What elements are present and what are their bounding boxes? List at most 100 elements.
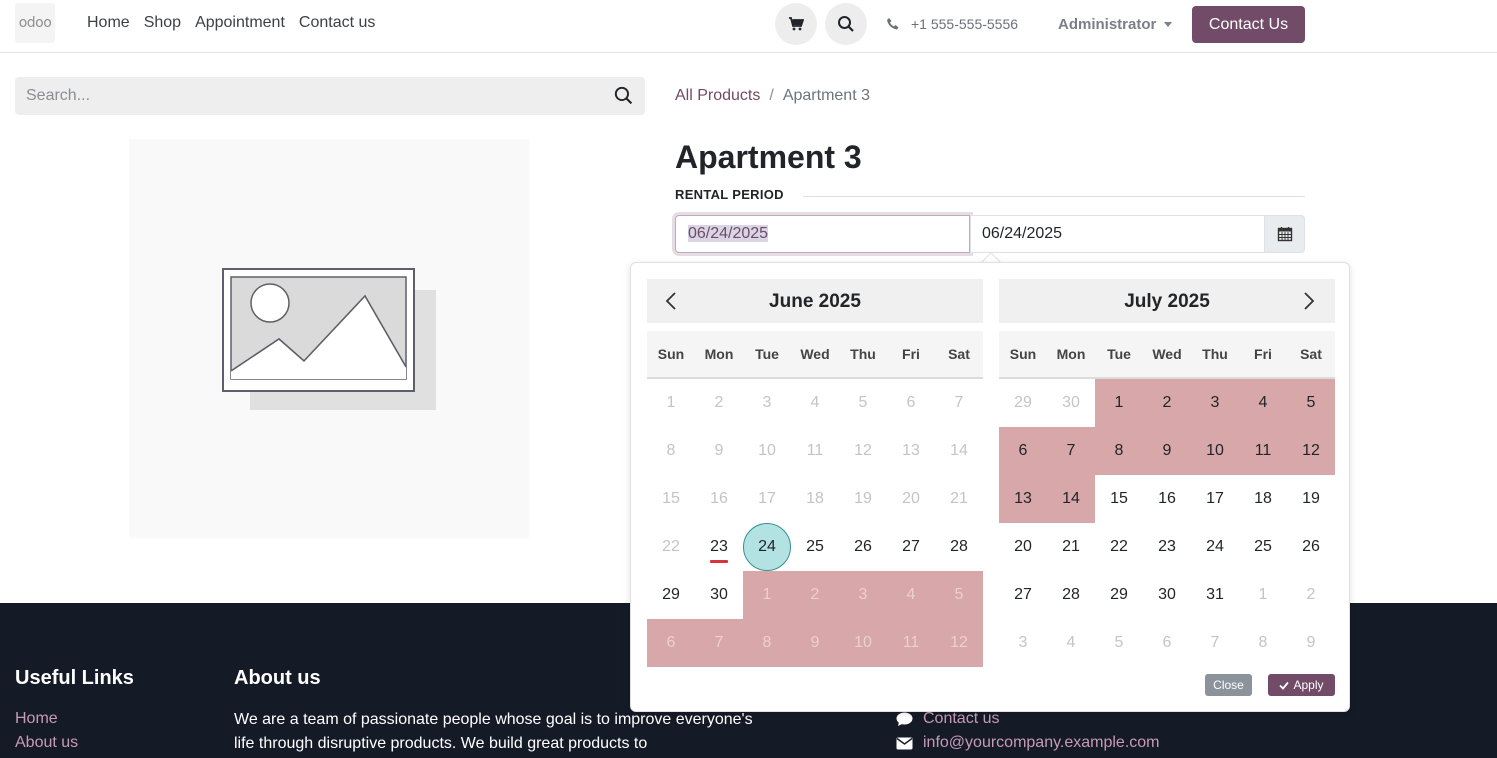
calendar-day[interactable]: 2 [695,379,743,427]
calendar-day[interactable]: 28 [1047,571,1095,619]
calendar-day[interactable]: 9 [1143,427,1191,475]
calendar-day[interactable]: 10 [743,427,791,475]
calendar-day[interactable]: 24 [743,523,791,571]
calendar-button[interactable] [1264,215,1305,253]
calendar-day[interactable]: 5 [839,379,887,427]
end-date-input[interactable]: 06/24/2025 [970,215,1265,253]
calendar-day[interactable]: 17 [743,475,791,523]
apply-button[interactable]: Apply [1268,674,1335,696]
calendar-day[interactable]: 7 [1191,619,1239,667]
calendar-day[interactable]: 1 [1239,571,1287,619]
calendar-day[interactable]: 25 [791,523,839,571]
calendar-day[interactable]: 18 [791,475,839,523]
calendar-day[interactable]: 23 [695,523,743,571]
calendar-day[interactable]: 18 [1239,475,1287,523]
calendar-day[interactable]: 23 [1143,523,1191,571]
phone-link[interactable]: +1 555-555-5556 [886,16,1018,32]
calendar-day[interactable]: 28 [935,523,983,571]
start-date-input[interactable]: 06/24/2025 [675,215,970,253]
calendar-day[interactable]: 29 [1095,571,1143,619]
calendar-day[interactable]: 22 [1095,523,1143,571]
calendar-day[interactable]: 4 [1239,379,1287,427]
calendar-day[interactable]: 9 [791,619,839,667]
nav-appointment[interactable]: Appointment [195,14,285,32]
close-button[interactable]: Close [1205,674,1252,696]
calendar-day[interactable]: 3 [839,571,887,619]
calendar-day[interactable]: 27 [887,523,935,571]
calendar-day[interactable]: 19 [1287,475,1335,523]
search-toggle-button[interactable] [825,3,867,45]
calendar-day[interactable]: 20 [887,475,935,523]
calendar-day[interactable]: 9 [695,427,743,475]
search-submit-button[interactable] [614,86,633,110]
calendar-day[interactable]: 2 [791,571,839,619]
calendar-day[interactable]: 29 [999,379,1047,427]
footer-contact-link[interactable]: Contact us [896,710,999,728]
nav-contact-us[interactable]: Contact us [299,14,375,32]
calendar-day[interactable]: 9 [1287,619,1335,667]
calendar-day[interactable]: 22 [647,523,695,571]
calendar-day[interactable]: 10 [839,619,887,667]
nav-home[interactable]: Home [87,14,130,32]
calendar-day[interactable]: 19 [839,475,887,523]
calendar-day[interactable]: 21 [1047,523,1095,571]
calendar-day[interactable]: 16 [1143,475,1191,523]
calendar-day[interactable]: 7 [935,379,983,427]
calendar-day[interactable]: 15 [647,475,695,523]
calendar-day[interactable]: 4 [791,379,839,427]
calendar-day[interactable]: 10 [1191,427,1239,475]
cart-button[interactable] [775,3,817,45]
footer-link-home[interactable]: Home [15,710,58,728]
user-menu[interactable]: Administrator [1058,16,1173,33]
calendar-day[interactable]: 26 [839,523,887,571]
calendar-day[interactable]: 4 [887,571,935,619]
calendar-day[interactable]: 5 [1287,379,1335,427]
calendar-day[interactable]: 14 [1047,475,1095,523]
breadcrumb-all-products[interactable]: All Products [675,87,760,105]
calendar-day[interactable]: 8 [1239,619,1287,667]
calendar-day[interactable]: 8 [1095,427,1143,475]
calendar-day[interactable]: 7 [1047,427,1095,475]
calendar-day[interactable]: 26 [1287,523,1335,571]
calendar-day[interactable]: 16 [695,475,743,523]
calendar-day[interactable]: 21 [935,475,983,523]
calendar-day[interactable]: 4 [1047,619,1095,667]
calendar-day[interactable]: 29 [647,571,695,619]
calendar-day[interactable]: 2 [1287,571,1335,619]
search-input[interactable] [15,77,595,115]
calendar-day[interactable]: 3 [743,379,791,427]
calendar-day[interactable]: 12 [935,619,983,667]
calendar-day[interactable]: 31 [1191,571,1239,619]
nav-shop[interactable]: Shop [144,14,181,32]
calendar-day[interactable]: 11 [791,427,839,475]
calendar-day[interactable]: 30 [1047,379,1095,427]
company-logo[interactable]: odoo [15,3,55,43]
calendar-day[interactable]: 13 [999,475,1047,523]
calendar-day[interactable]: 11 [1239,427,1287,475]
calendar-day[interactable]: 30 [695,571,743,619]
calendar-day[interactable]: 6 [999,427,1047,475]
calendar-day[interactable]: 1 [647,379,695,427]
calendar-day[interactable]: 15 [1095,475,1143,523]
calendar-day[interactable]: 20 [999,523,1047,571]
calendar-day[interactable]: 5 [1095,619,1143,667]
calendar-day[interactable]: 14 [935,427,983,475]
calendar-day[interactable]: 6 [1143,619,1191,667]
next-month-button[interactable] [1303,292,1315,315]
calendar-day[interactable]: 12 [1287,427,1335,475]
calendar-day[interactable]: 8 [647,427,695,475]
calendar-day[interactable]: 12 [839,427,887,475]
calendar-day[interactable]: 11 [887,619,935,667]
calendar-day[interactable]: 17 [1191,475,1239,523]
calendar-day[interactable]: 7 [695,619,743,667]
calendar-day[interactable]: 25 [1239,523,1287,571]
footer-link-about[interactable]: About us [15,734,78,752]
contact-us-button[interactable]: Contact Us [1192,6,1305,43]
calendar-day[interactable]: 27 [999,571,1047,619]
calendar-day[interactable]: 1 [743,571,791,619]
calendar-day[interactable]: 24 [1191,523,1239,571]
calendar-day[interactable]: 5 [935,571,983,619]
calendar-day[interactable]: 1 [1095,379,1143,427]
calendar-day[interactable]: 6 [647,619,695,667]
calendar-day[interactable]: 3 [1191,379,1239,427]
